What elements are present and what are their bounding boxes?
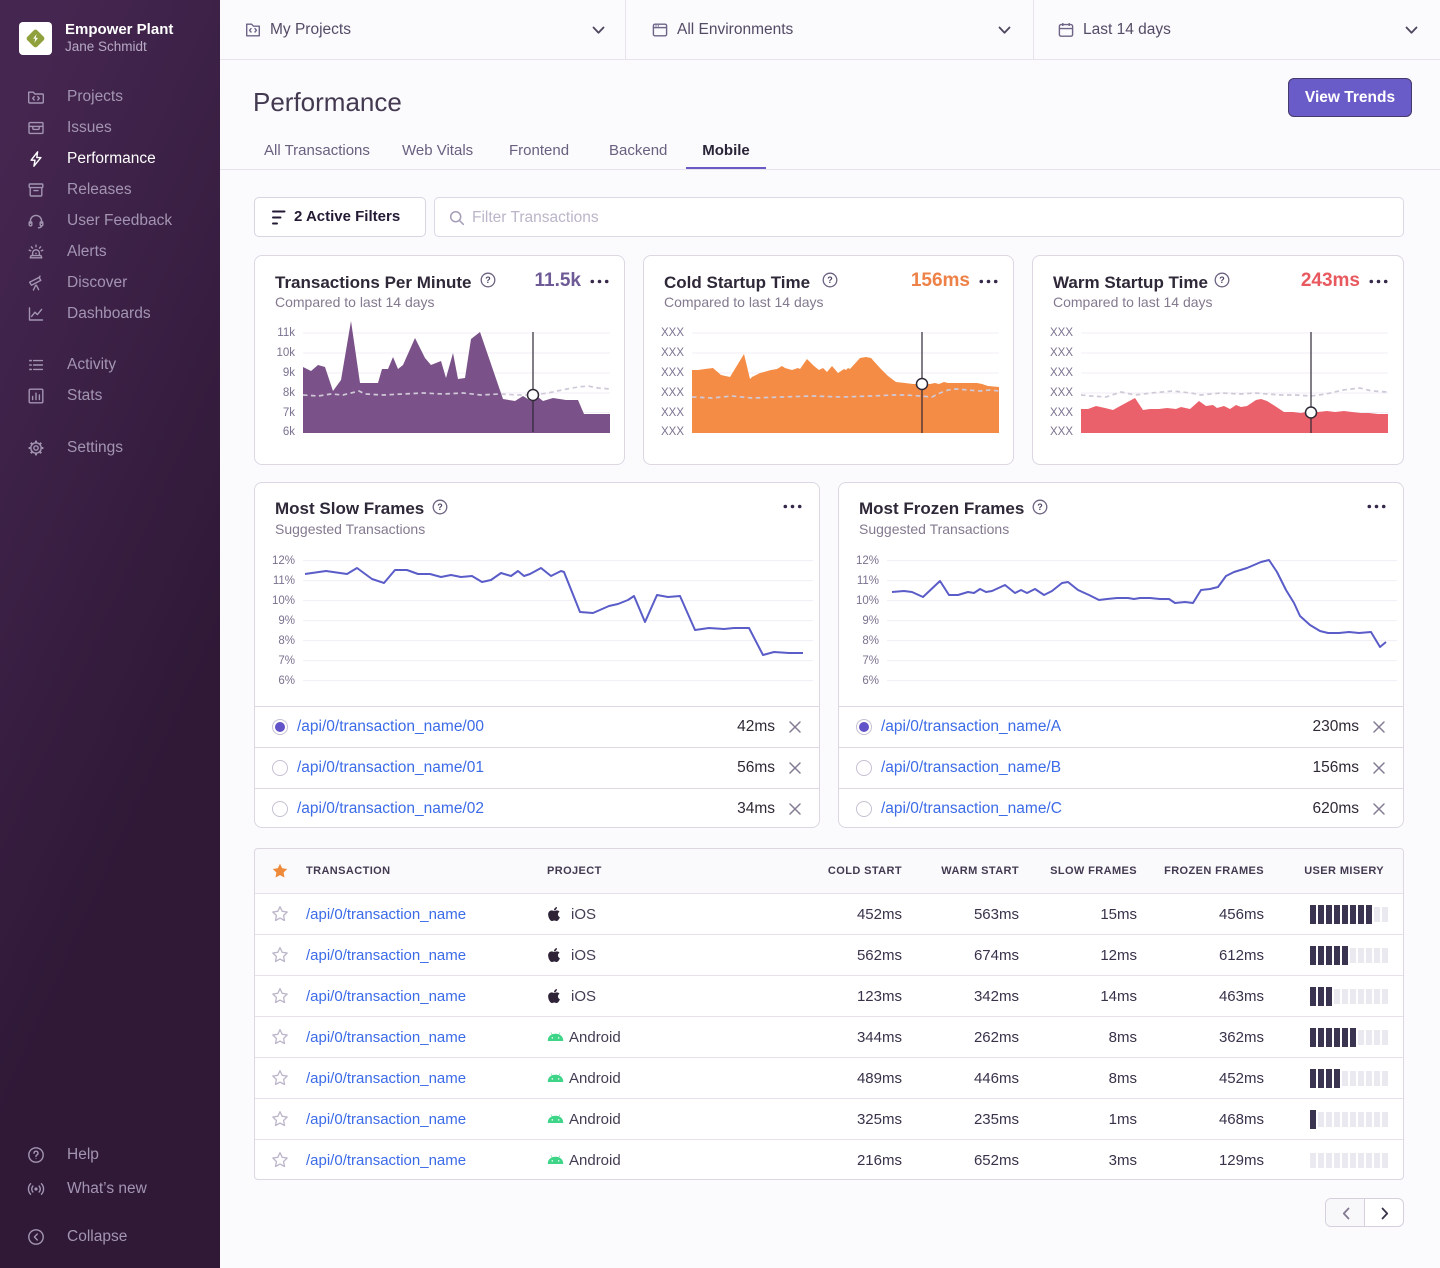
- svg-text:?: ?: [485, 275, 491, 285]
- svg-text:?: ?: [1037, 502, 1043, 512]
- svg-text:?: ?: [1219, 275, 1225, 285]
- svg-text:?: ?: [437, 502, 443, 512]
- svg-text:?: ?: [827, 275, 833, 285]
